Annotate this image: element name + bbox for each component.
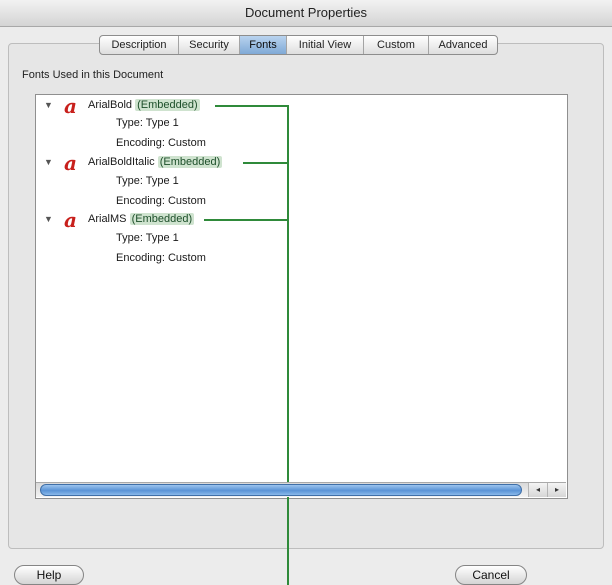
- font-item[interactable]: ArialBold (Embedded): [88, 97, 200, 113]
- font-item[interactable]: ArialBoldItalic (Embedded): [88, 154, 223, 170]
- horizontal-scrollbar[interactable]: [36, 482, 528, 497]
- tab-fonts[interactable]: Fonts: [240, 36, 287, 54]
- window-title: Document Properties: [244, 5, 368, 20]
- font-list[interactable]: ▼ a ArialBold (Embedded) Type: Type 1 En…: [35, 94, 568, 499]
- tab-bar: Description Security Fonts Initial View …: [99, 35, 498, 55]
- font-name: ArialMS: [88, 213, 127, 225]
- scroll-right-icon[interactable]: ▸: [547, 483, 566, 497]
- font-encoding: Encoding: Custom: [116, 195, 206, 207]
- font-item[interactable]: ArialMS (Embedded): [88, 211, 195, 227]
- embedded-badge: (Embedded): [135, 99, 200, 111]
- scroll-left-icon[interactable]: ◂: [528, 483, 547, 497]
- font-type: Type: Type 1: [116, 117, 179, 129]
- disclosure-triangle-icon[interactable]: ▼: [44, 214, 54, 224]
- help-button[interactable]: Help: [14, 565, 84, 585]
- font-type-icon: a: [64, 208, 77, 232]
- font-encoding: Encoding: Custom: [116, 137, 206, 149]
- font-type: Type: Type 1: [116, 175, 179, 187]
- tab-initial-view[interactable]: Initial View: [287, 36, 364, 54]
- callout-line: [204, 219, 288, 221]
- scroll-buttons: ◂ ▸: [528, 482, 566, 497]
- scrollbar-thumb[interactable]: [40, 484, 522, 496]
- embedded-badge: (Embedded): [157, 156, 223, 168]
- callout-line: [243, 162, 288, 164]
- tab-advanced[interactable]: Advanced: [429, 36, 497, 54]
- callout-line: [215, 105, 288, 107]
- font-type: Type: Type 1: [116, 232, 179, 244]
- font-name: ArialBold: [88, 99, 133, 111]
- cancel-button[interactable]: Cancel: [455, 565, 527, 585]
- tab-description[interactable]: Description: [100, 36, 179, 54]
- tab-custom[interactable]: Custom: [364, 36, 429, 54]
- embedded-badge: (Embedded): [129, 213, 195, 225]
- title-bar: Document Properties: [0, 0, 612, 27]
- fonts-section-label: Fonts Used in this Document: [22, 69, 164, 81]
- font-name: ArialBoldItalic: [88, 156, 155, 168]
- font-type-icon: a: [64, 94, 77, 118]
- font-encoding: Encoding: Custom: [116, 252, 206, 264]
- disclosure-triangle-icon[interactable]: ▼: [44, 157, 54, 167]
- font-type-icon: a: [64, 151, 77, 175]
- callout-line: [287, 105, 289, 585]
- disclosure-triangle-icon[interactable]: ▼: [44, 100, 54, 110]
- tab-security[interactable]: Security: [179, 36, 240, 54]
